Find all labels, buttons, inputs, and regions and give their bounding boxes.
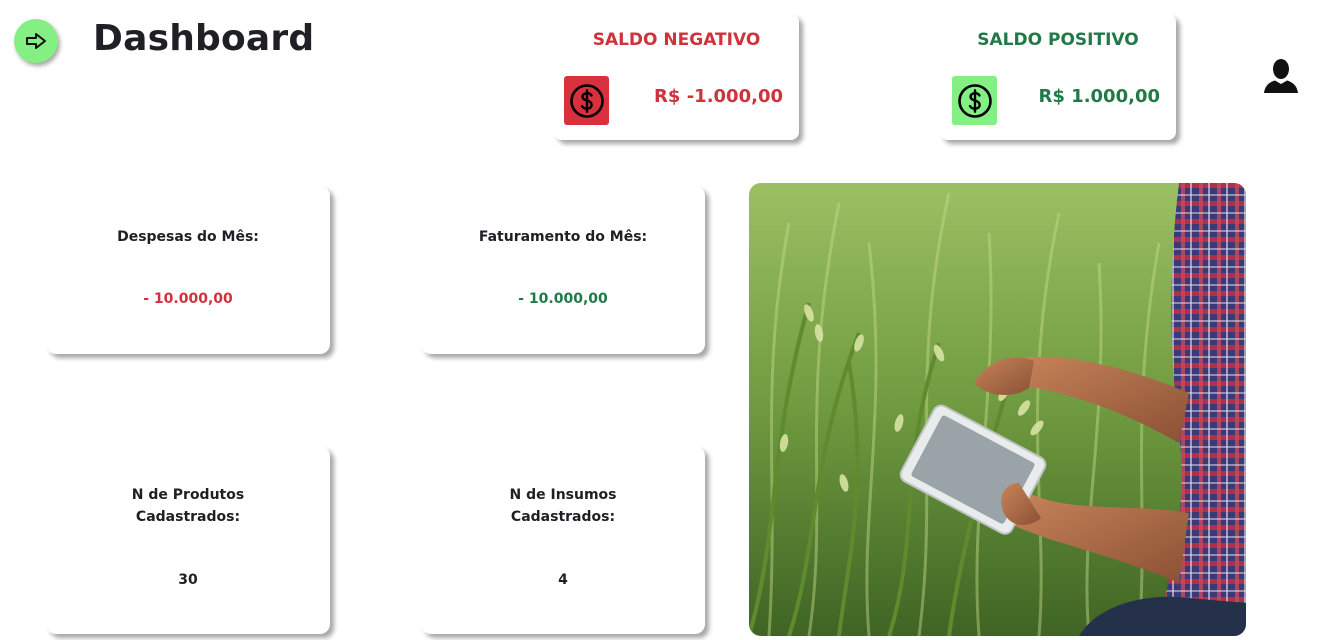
despesas-label: Despesas do Mês:	[117, 229, 259, 245]
saldo-negativo-title: SALDO NEGATIVO	[592, 30, 761, 50]
despesas-card: Despesas do Mês: - 10.000,00	[46, 186, 330, 354]
logout-button[interactable]	[14, 19, 58, 63]
despesas-value: - 10.000,00	[143, 291, 233, 307]
faturamento-card: Faturamento do Mês: - 10.000,00	[421, 186, 705, 354]
insumos-value: 4	[558, 572, 568, 588]
farmer-rice-field-photo	[749, 183, 1246, 636]
insumos-label: N de Insumos Cadastrados:	[509, 487, 617, 525]
page-title: Dashboard	[93, 18, 315, 59]
saldo-negativo-card: SALDO NEGATIVO R$ -1.000,00	[554, 14, 799, 140]
insumos-card: N de Insumos Cadastrados: 4	[421, 446, 705, 634]
produtos-value: 30	[178, 572, 198, 588]
faturamento-label: Faturamento do Mês:	[478, 229, 648, 245]
faturamento-value: - 10.000,00	[518, 291, 608, 307]
saldo-positivo-value: R$ 1.000,00	[1038, 86, 1160, 107]
produtos-card: N de Produtos Cadastrados: 30	[46, 446, 330, 634]
saldo-negativo-value: R$ -1.000,00	[654, 86, 783, 107]
user-icon[interactable]	[1262, 57, 1300, 95]
saldo-positivo-title: SALDO POSITIVO	[977, 30, 1139, 50]
dollar-circle-icon	[564, 76, 609, 125]
saldo-positivo-card: SALDO POSITIVO R$ 1.000,00	[940, 14, 1176, 140]
produtos-label: N de Produtos Cadastrados:	[131, 487, 245, 525]
arrow-right-icon	[26, 33, 46, 49]
dollar-circle-icon	[952, 76, 997, 125]
